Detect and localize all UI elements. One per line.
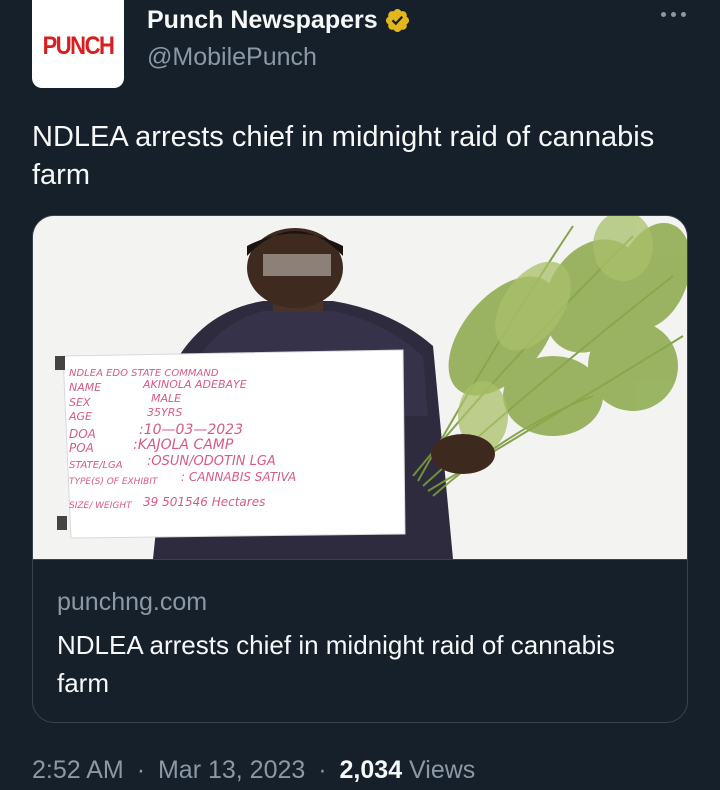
sign-doa-value: :10—03—2023 <box>139 422 243 438</box>
sign-poa-label: POA <box>69 441 94 455</box>
views-count[interactable]: 2,034 <box>340 756 403 784</box>
meta-separator: · <box>318 756 327 784</box>
card-title: NDLEA arrests chief in midnight raid of … <box>57 630 615 698</box>
author-name[interactable]: Punch Newspapers <box>147 6 411 35</box>
sign-size-value: 39 501546 Hectares <box>143 495 265 509</box>
sign-doa-label: DOA <box>69 427 96 441</box>
card-domain: punchng.com <box>57 588 208 616</box>
sign-sex-label: SEX <box>69 396 91 409</box>
sign-poa-value: :KAJOLA CAMP <box>133 437 234 453</box>
views-label: Views <box>409 756 476 784</box>
sign-type-label: TYPE(S) OF EXHIBIT <box>69 477 159 487</box>
more-dot <box>681 12 686 17</box>
tweet-text: NDLEA arrests chief in midnight raid of … <box>32 121 655 191</box>
arrest-photo: NDLEA EDO STATE COMMAND NAME AKINOLA ADE… <box>33 216 687 559</box>
punch-logo: PUNCH <box>42 31 115 60</box>
sign-type-value: : CANNABIS SATIVA <box>181 470 296 484</box>
tweet-time[interactable]: 2:52 AM <box>32 756 124 784</box>
sign-age-label: AGE <box>68 410 92 423</box>
avatar[interactable]: PUNCH <box>32 0 124 88</box>
sign-sex-value: MALE <box>151 392 181 405</box>
display-name-text: Punch Newspapers <box>147 6 378 34</box>
sign-name-label: NAME <box>69 381 101 394</box>
more-dot <box>671 12 676 17</box>
more-options-icon[interactable] <box>661 12 686 17</box>
sign-size-label: SIZE/ WEIGHT <box>69 501 133 511</box>
tweet-date[interactable]: Mar 13, 2023 <box>158 756 305 784</box>
card-image[interactable]: NDLEA EDO STATE COMMAND NAME AKINOLA ADE… <box>33 216 687 559</box>
sign-name-value: AKINOLA ADEBAYE <box>142 378 247 391</box>
card-divider <box>33 559 687 560</box>
verified-badge-icon <box>385 8 409 33</box>
author-handle[interactable]: @MobilePunch <box>147 43 317 72</box>
sign-age-value: 35YRS <box>147 406 182 419</box>
tweet-meta: 2:52 AM · Mar 13, 2023 · 2,034 Views <box>32 756 475 785</box>
more-dot <box>661 12 666 17</box>
sign-state-value: :OSUN/ODOTIN LGA <box>147 454 276 469</box>
link-card[interactable]: NDLEA EDO STATE COMMAND NAME AKINOLA ADE… <box>32 215 688 723</box>
meta-separator: · <box>136 756 146 784</box>
sign-state-label: STATE/LGA <box>69 460 123 471</box>
